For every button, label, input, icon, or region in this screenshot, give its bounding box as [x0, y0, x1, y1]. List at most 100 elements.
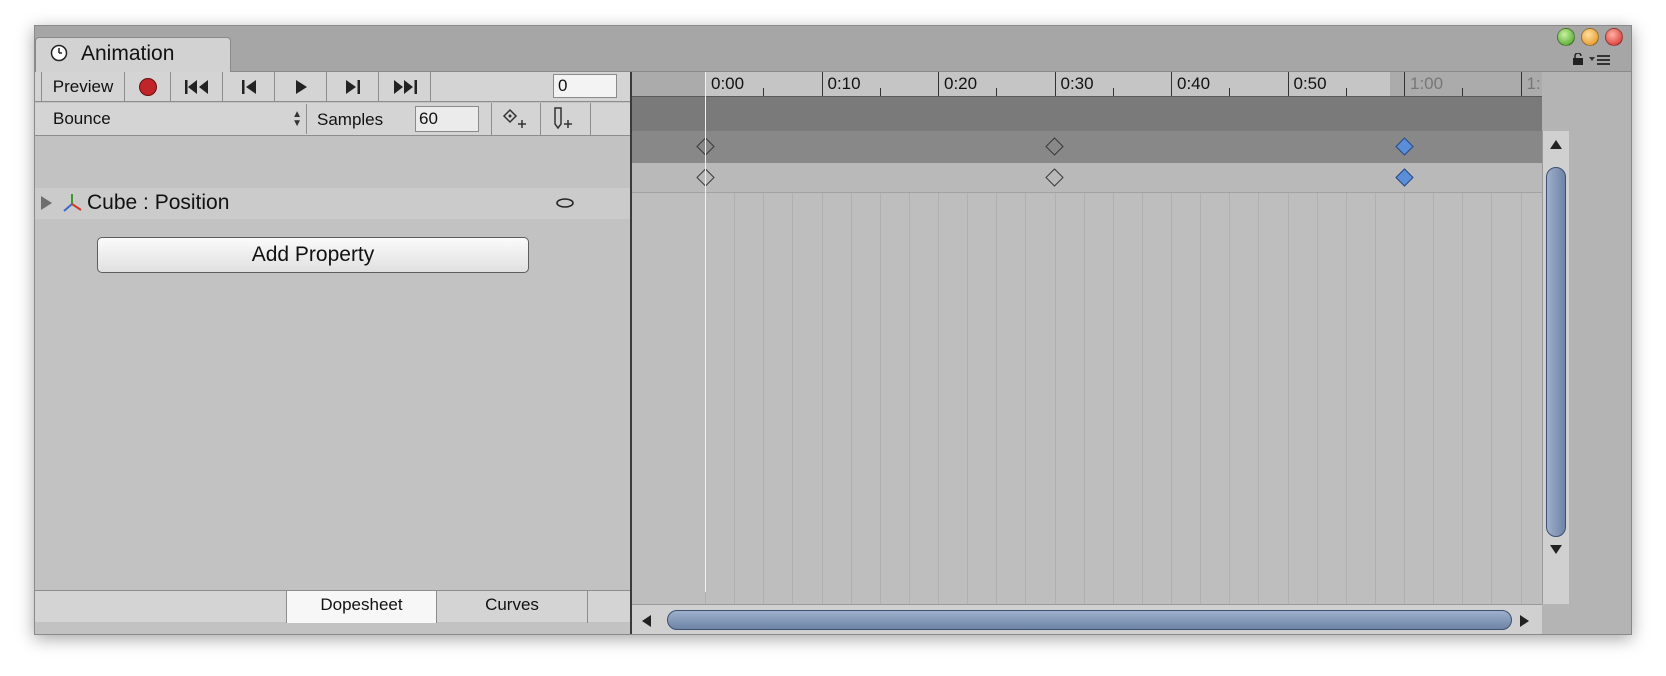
minor-tick: [879, 88, 881, 96]
grid-line: [1404, 193, 1405, 604]
grid-line: [1521, 193, 1522, 604]
keyframe-diamond[interactable]: [1045, 137, 1064, 156]
grid-line: [792, 193, 793, 604]
preview-button[interactable]: Preview: [41, 72, 125, 102]
grid-line: [1113, 193, 1114, 604]
time-ruler[interactable]: 0:00 0:10 0:20 0:30 0:40 0:50 1:00 1:: [632, 72, 1542, 97]
menu-icon[interactable]: [1589, 54, 1611, 66]
grid-line: [1375, 193, 1376, 604]
add-property-button[interactable]: Add Property: [97, 237, 529, 273]
scroll-left-arrow-icon[interactable]: [642, 615, 651, 627]
tick-label: 1:: [1526, 74, 1541, 93]
scroll-down-arrow-icon[interactable]: [1550, 545, 1562, 554]
grid-line: [1055, 193, 1056, 604]
vertical-scroll-thumb[interactable]: [1546, 167, 1566, 537]
minor-tick: [763, 88, 765, 96]
animation-tab[interactable]: Animation: [35, 37, 231, 72]
view-mode-tabs: Dopesheet Curves: [35, 590, 630, 623]
record-icon: [138, 78, 157, 96]
minor-tick: [1345, 88, 1347, 96]
horizontal-scroll-thumb[interactable]: [667, 610, 1512, 630]
hierarchy-panel: Preview 0 Bounce ▲ ▼ Samples 60 Cube: P…: [35, 72, 632, 634]
keyframe-diamond[interactable]: [1394, 168, 1414, 187]
updown-arrows-icon: ▲ ▼: [292, 109, 302, 129]
grid-line: [734, 193, 735, 604]
grid-line: [851, 193, 852, 604]
prev-key-button[interactable]: [223, 72, 275, 102]
grid-line: [1229, 193, 1230, 604]
tick-label: 0:50: [1293, 74, 1327, 93]
minor-tick: [1229, 88, 1231, 96]
grid-line: [1491, 193, 1492, 604]
track-row[interactable]: [632, 163, 1542, 193]
tab-title: Animation: [81, 42, 175, 65]
tick-label: 0:20: [944, 74, 978, 93]
tab-curves[interactable]: Curves: [436, 591, 588, 623]
grid-line: [1084, 193, 1085, 604]
transform-axis-icon: [63, 194, 82, 212]
grid-line: [1171, 193, 1172, 604]
add-keyframe-icon: [502, 108, 526, 128]
keyframe-diamond[interactable]: [1394, 137, 1414, 156]
next-key-icon: [345, 80, 360, 94]
clip-selector[interactable]: Bounce ▲ ▼: [41, 104, 307, 134]
playback-toolbar: Preview 0: [35, 72, 630, 102]
add-event-button[interactable]: [541, 103, 591, 135]
tick-label: 0:30: [1060, 74, 1094, 93]
first-key-button[interactable]: [171, 72, 223, 102]
minor-tick: [1462, 88, 1464, 96]
add-keyframe-button[interactable]: [491, 103, 541, 135]
play-icon: [295, 80, 307, 94]
visibility-icon[interactable]: [555, 197, 575, 209]
samples-field[interactable]: 60: [415, 106, 479, 132]
grid-line: [996, 193, 997, 604]
clock-icon: [50, 44, 68, 62]
grid-line: [909, 193, 910, 604]
first-key-icon: [184, 80, 208, 94]
next-key-button[interactable]: [327, 72, 379, 102]
scroll-right-arrow-icon[interactable]: [1520, 615, 1529, 627]
last-key-button[interactable]: [379, 72, 431, 102]
major-tick: [1404, 72, 1405, 96]
time-cursor[interactable]: [705, 72, 706, 592]
horizontal-scrollbar[interactable]: [632, 604, 1542, 634]
grid-line: [1462, 193, 1463, 604]
clip-toolbar: Bounce ▲ ▼ Samples 60: [35, 103, 630, 136]
tab-dopesheet[interactable]: Dopesheet: [286, 591, 436, 623]
add-event-icon: [554, 107, 572, 130]
grid-line: [1025, 193, 1026, 604]
summary-row[interactable]: [632, 131, 1542, 163]
dopesheet-panel: 0:00 0:10 0:20 0:30 0:40 0:50 1:00 1:: [632, 72, 1631, 634]
grid-line: [880, 193, 881, 604]
play-button[interactable]: [275, 72, 327, 102]
animation-window: Animation Preview 0 Bounce ▲ ▼ Samples 6…: [34, 25, 1632, 635]
property-name: Cube : Position: [87, 191, 230, 214]
scroll-up-arrow-icon[interactable]: [1550, 140, 1562, 149]
grid-line: [938, 193, 939, 604]
grid-line: [1200, 193, 1201, 604]
tick-label: 0:00: [711, 74, 745, 93]
major-tick: [1287, 72, 1289, 96]
zoom-button[interactable]: [1557, 28, 1575, 46]
grid-line: [1346, 193, 1347, 604]
close-button[interactable]: [1605, 28, 1623, 46]
minimize-button[interactable]: [1581, 28, 1599, 46]
tick-label: 0:10: [827, 74, 861, 93]
major-tick: [821, 72, 823, 96]
vertical-scrollbar[interactable]: [1542, 131, 1569, 604]
grid-line: [1317, 193, 1318, 604]
keyframe-diamond[interactable]: [1045, 168, 1064, 187]
expand-triangle-icon[interactable]: [41, 196, 52, 210]
major-tick: [1171, 72, 1172, 96]
property-row[interactable]: Cube : Position: [35, 188, 630, 219]
frame-field[interactable]: 0: [553, 74, 617, 98]
events-row[interactable]: [632, 97, 1542, 131]
lock-icon[interactable]: [1571, 53, 1585, 65]
preview-label: Preview: [52, 77, 114, 96]
record-button[interactable]: [125, 72, 171, 102]
grid-line: [1258, 193, 1259, 604]
samples-label: Samples: [317, 110, 384, 129]
last-key-icon: [393, 80, 417, 94]
grid-line: [1433, 193, 1434, 604]
dopesheet-grid[interactable]: [632, 193, 1542, 604]
